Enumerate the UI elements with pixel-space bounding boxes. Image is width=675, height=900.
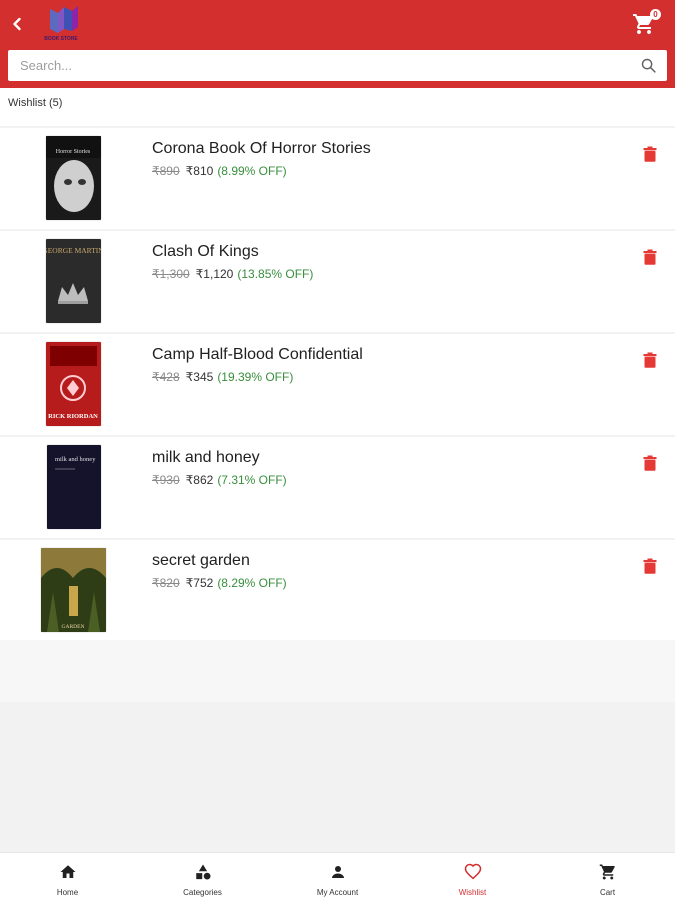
cart-icon — [599, 864, 615, 880]
book-cover-image[interactable]: RICK RIORDAN — [46, 342, 101, 426]
original-price: ₹930 — [152, 473, 180, 487]
nav-categories[interactable]: Categories — [135, 853, 270, 900]
back-button[interactable] — [6, 12, 28, 36]
wishlist-list: Horror Stories Corona Book Of Horror Sto… — [0, 128, 675, 643]
wishlist-item[interactable]: milk and honey milk and honey ₹930 ₹862 (7… — [0, 437, 675, 538]
discount-percent: (8.29% OFF) — [217, 576, 287, 590]
book-cover-image[interactable]: GEORGE MARTIN — [46, 239, 101, 323]
nav-wishlist[interactable]: Wishlist — [405, 853, 540, 900]
sale-price: ₹345 — [185, 370, 214, 384]
delete-icon[interactable] — [643, 558, 657, 574]
search-bar — [8, 50, 667, 81]
wishlist-header: Wishlist (5) — [0, 88, 675, 126]
logo-books-icon: BOOK STORE — [44, 6, 78, 42]
account-icon — [331, 866, 344, 878]
wishlist-item[interactable]: Horror Stories Corona Book Of Horror Sto… — [0, 128, 675, 229]
sale-price: ₹752 — [185, 576, 214, 590]
nav-my-account[interactable]: My Account — [270, 853, 405, 900]
book-store-logo[interactable]: BOOK STORE — [36, 3, 86, 43]
delete-icon[interactable] — [643, 146, 657, 162]
book-title[interactable]: milk and honey — [152, 449, 260, 467]
nav-cart[interactable]: Cart — [540, 853, 675, 900]
search-icon[interactable] — [640, 57, 657, 74]
wishlist-item[interactable]: GARDEN secret garden ₹820 ₹752 (8.29% OFF) — [0, 540, 675, 641]
cover-author: GEORGE MARTIN — [46, 246, 101, 255]
header-cart-button[interactable]: 0 — [632, 9, 661, 38]
search-input[interactable] — [8, 50, 628, 81]
book-title[interactable]: Clash Of Kings — [152, 243, 259, 261]
discount-percent: (19.39% OFF) — [217, 370, 294, 384]
price-line: ₹890 ₹810 (8.99% OFF) — [152, 164, 287, 178]
original-price: ₹428 — [152, 370, 180, 384]
price-line: ₹820 ₹752 (8.29% OFF) — [152, 576, 287, 590]
sale-price: ₹1,120 — [195, 267, 234, 281]
book-cover-image[interactable]: Horror Stories — [46, 136, 101, 220]
sale-price: ₹862 — [185, 473, 214, 487]
delete-icon[interactable] — [643, 352, 657, 368]
home-icon — [60, 865, 75, 878]
original-price: ₹820 — [152, 576, 180, 590]
price-line: ₹1,300 ₹1,120 (13.85% OFF) — [152, 267, 313, 281]
discount-percent: (8.99% OFF) — [217, 164, 287, 178]
cart-count-badge: 0 — [650, 9, 661, 20]
bottom-navigation: Home Categories My Account Wishlist Cart — [0, 852, 675, 900]
book-title[interactable]: secret garden — [152, 552, 250, 570]
book-cover-image[interactable]: GARDEN — [41, 548, 106, 632]
wishlist-item[interactable]: RICK RIORDAN Camp Half-Blood Confidentia… — [0, 334, 675, 435]
app-header: BOOK STORE 0 — [0, 0, 675, 88]
nav-label: My Account — [316, 888, 359, 897]
list-footer-spacer — [0, 640, 675, 702]
svg-text:BOOK STORE: BOOK STORE — [44, 36, 78, 42]
delete-icon[interactable] — [643, 455, 657, 471]
categories-icon — [195, 864, 210, 880]
wishlist-title: Wishlist (5) — [8, 97, 63, 109]
discount-percent: (13.85% OFF) — [237, 267, 314, 281]
sale-price: ₹810 — [185, 164, 214, 178]
cover-title: Horror Stories — [56, 149, 91, 155]
nav-label: Wishlist — [458, 888, 487, 897]
back-arrow-icon — [13, 17, 21, 31]
book-title[interactable]: Camp Half-Blood Confidential — [152, 346, 363, 364]
original-price: ₹890 — [152, 164, 180, 178]
wishlist-item[interactable]: GEORGE MARTIN Clash Of Kings ₹1,300 ₹1,12… — [0, 231, 675, 332]
price-line: ₹930 ₹862 (7.31% OFF) — [152, 473, 287, 487]
price-line: ₹428 ₹345 (19.39% OFF) — [152, 370, 293, 384]
cover-title: milk and honey — [55, 456, 96, 463]
delete-icon[interactable] — [643, 249, 657, 265]
nav-label: Categories — [183, 888, 222, 897]
discount-percent: (7.31% OFF) — [217, 473, 287, 487]
original-price: ₹1,300 — [152, 267, 190, 281]
book-cover-image[interactable]: milk and honey — [47, 445, 101, 529]
book-title[interactable]: Corona Book Of Horror Stories — [152, 140, 371, 158]
nav-home[interactable]: Home — [0, 853, 135, 900]
heart-icon — [464, 863, 481, 880]
cover-title: GARDEN — [62, 624, 85, 630]
cover-author: RICK RIORDAN — [48, 413, 98, 420]
nav-label: Cart — [599, 888, 616, 897]
nav-label: Home — [56, 888, 79, 897]
